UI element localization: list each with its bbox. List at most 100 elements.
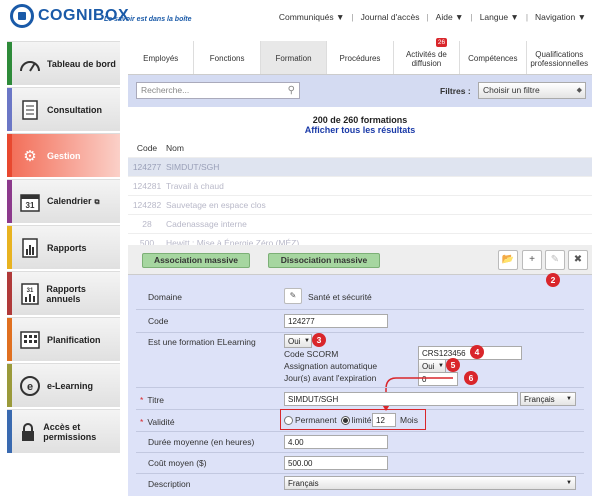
tab-competences[interactable]: Compétences (460, 41, 527, 74)
chevron-updown-icon: ◆ (576, 87, 582, 94)
duree-label: Durée moyenne (en heures) (148, 437, 255, 447)
sidebar-item-tableau-de-bord[interactable]: Tableau de bord (7, 41, 120, 85)
sidebar-item-label: Rapports (47, 242, 87, 253)
filter-select[interactable]: Choisir un filtre ◆ (478, 82, 586, 99)
tab-activites-diffusion[interactable]: Activités de diffusion 26 (394, 38, 461, 74)
association-massive-button[interactable]: Association massive (142, 253, 250, 268)
tab-bar: Employés Fonctions Formation Procédures … (128, 38, 592, 75)
sidebar-item-rapports-annuels[interactable]: 31 Rapports annuels (7, 271, 120, 315)
sidebar: Tableau de bord Consultation ⚙ Gestion 3… (7, 41, 120, 455)
titre-input[interactable]: SIMDUT/SGH (284, 392, 518, 406)
row-name: Cadenassage interne (166, 219, 247, 229)
table-row[interactable]: 124277 SIMDUT/SGH (128, 157, 592, 176)
search-bar: Recherche... ⚲ Filtres : Choisir un filt… (128, 75, 592, 107)
divider (136, 332, 584, 333)
topnav-langue[interactable]: Langue ▼ (474, 12, 525, 22)
expiration-days-label: Jour(s) avant l'expiration (284, 373, 377, 383)
cout-label: Coût moyen ($) (148, 458, 207, 468)
gear-icon: ⚙ (23, 147, 37, 165)
edit-icon[interactable]: ✎ (545, 250, 565, 270)
sidebar-item-gestion[interactable]: ⚙ Gestion (7, 133, 120, 177)
limite-radio[interactable] (340, 415, 350, 425)
tab-employes[interactable]: Employés (128, 41, 195, 74)
annotation-marker: 2 (546, 273, 560, 287)
calendar-day: 31 (26, 201, 35, 210)
search-input[interactable]: Recherche... ⚲ (136, 82, 300, 99)
sidebar-color-bar (7, 88, 12, 131)
sidebar-item-label: Gestion (47, 150, 81, 161)
table-header: Code Nom (128, 139, 592, 157)
domaine-label: Domaine (148, 292, 183, 302)
divider (136, 452, 584, 453)
cout-input[interactable]: 500.00 (284, 456, 388, 470)
table-row[interactable]: 124282 Sauvetage en espace clos (128, 195, 592, 214)
sidebar-color-bar (7, 134, 12, 177)
required-marker: * (140, 417, 144, 427)
table-row[interactable]: 28 Cadenassage interne (128, 214, 592, 233)
add-icon[interactable]: + (522, 250, 542, 270)
row-code: 124282 (132, 200, 162, 210)
dissociation-massive-button[interactable]: Dissociation massive (268, 253, 380, 268)
tab-fonctions[interactable]: Fonctions (194, 41, 261, 74)
topnav-aide[interactable]: Aide ▼ (430, 12, 470, 22)
search-icon[interactable]: ⚲ (288, 85, 295, 96)
row-code: 124281 (132, 181, 162, 191)
elearning-label: Est une formation ELearning (148, 337, 256, 347)
description-language-value: Français (288, 479, 319, 488)
code-input[interactable]: 124277 (284, 314, 388, 328)
description-language-select[interactable]: Français ▼ (284, 476, 576, 490)
edit-domain-icon[interactable]: ✎ (284, 288, 302, 304)
dashboard-icon (19, 53, 41, 75)
titre-language-value: Français (524, 395, 555, 404)
titre-language-select[interactable]: Français ▼ (520, 392, 576, 406)
domaine-value: Santé et sécurité (308, 292, 372, 302)
auto-assign-select[interactable]: Oui ▼ (418, 359, 446, 373)
logo-mark-icon (10, 4, 34, 28)
top-nav: Communiqués ▼ | Journal d'accès | Aide ▼ | … (273, 12, 592, 22)
tab-procedures[interactable]: Procédures (327, 41, 394, 74)
detail-toolbar: Association massive Dissociation massive… (128, 245, 592, 275)
divider (136, 309, 584, 310)
sidebar-item-planification[interactable]: Planification (7, 317, 120, 361)
annotation-marker: 4 (470, 345, 484, 359)
calendar-icon: 31 (19, 191, 41, 213)
elearning-select[interactable]: Oui ▼ (284, 334, 312, 348)
folder-icon[interactable]: 📂 (498, 250, 518, 270)
topnav-journal[interactable]: Journal d'accès (355, 12, 426, 22)
sidebar-item-acces-permissions[interactable]: Accès et permissions (7, 409, 120, 453)
results-count: 200 de 260 formations (312, 115, 408, 125)
external-link-icon: ⧉ (94, 198, 100, 206)
show-all-link[interactable]: Afficher tous les résultats (128, 125, 592, 135)
annual-report-icon: 31 (19, 282, 40, 305)
annotation-marker: 5 (446, 358, 460, 372)
tab-formation[interactable]: Formation (260, 41, 328, 74)
sidebar-item-label-text: Calendrier (47, 195, 92, 206)
auto-assign-label: Assignation automatique (284, 361, 378, 371)
sidebar-color-bar (7, 226, 12, 269)
row-code: 124277 (132, 162, 162, 172)
svg-text:e: e (27, 381, 33, 393)
permanent-radio[interactable] (284, 415, 293, 425)
sidebar-item-label: Calendrier ⧉ (47, 196, 100, 208)
close-icon[interactable]: ✖ (568, 250, 588, 270)
lock-icon (19, 421, 37, 443)
sidebar-item-calendrier[interactable]: 31 Calendrier ⧉ (7, 179, 120, 223)
table-row[interactable]: 124281 Travail à chaud (128, 176, 592, 195)
row-code: 28 (142, 219, 152, 229)
limite-months-input[interactable]: 12 (372, 413, 396, 427)
sidebar-item-rapports[interactable]: Rapports (7, 225, 120, 269)
mois-label: Mois (400, 415, 418, 425)
topnav-communiques[interactable]: Communiqués ▼ (273, 12, 351, 22)
sidebar-item-consultation[interactable]: Consultation (7, 87, 120, 131)
sidebar-color-bar (7, 410, 12, 453)
tab-qualifications[interactable]: Qualifications professionnelles (527, 41, 592, 74)
row-name: Sauvetage en espace clos (166, 200, 266, 210)
sidebar-item-label: Rapports annuels (46, 283, 86, 304)
topnav-navigation[interactable]: Navigation ▼ (529, 12, 592, 22)
column-header-nom[interactable]: Nom (166, 143, 184, 153)
sidebar-item-label: Tableau de bord (47, 58, 116, 69)
duree-input[interactable]: 4.00 (284, 435, 388, 449)
sidebar-item-elearning[interactable]: e e-Learning (7, 363, 120, 407)
sidebar-color-bar (7, 318, 12, 361)
column-header-code[interactable]: Code (128, 143, 166, 153)
